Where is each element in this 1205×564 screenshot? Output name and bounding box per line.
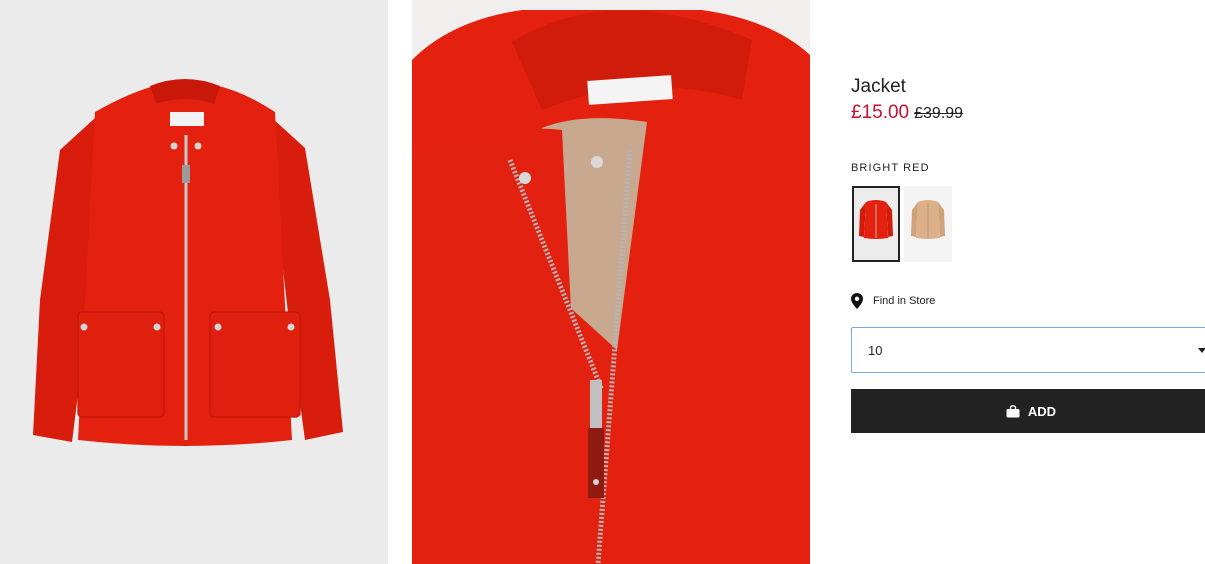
product-title: Jacket [851, 76, 906, 97]
size-select[interactable]: 10 [851, 327, 1205, 373]
color-swatch-bright-red[interactable] [852, 186, 900, 262]
find-in-store-label: Find in Store [873, 295, 936, 307]
size-select-value: 10 [868, 342, 883, 358]
price-row: £15.00 £39.99 [851, 102, 963, 124]
find-in-store-link[interactable]: Find in Store [851, 293, 935, 309]
original-price: £39.99 [914, 105, 964, 122]
product-image-main[interactable] [0, 0, 388, 564]
add-button-label: ADD [1027, 403, 1057, 419]
location-pin-icon [851, 293, 863, 309]
chevron-down-icon [1198, 348, 1205, 353]
add-to-bag-button[interactable]: ADD [851, 389, 1205, 433]
color-swatch-beige[interactable] [904, 186, 952, 262]
shopping-bag-icon [1006, 404, 1020, 418]
selected-color-name: BRIGHT RED [851, 162, 930, 174]
sale-price: £15.00 [851, 102, 910, 123]
product-image-detail[interactable] [412, 0, 810, 564]
